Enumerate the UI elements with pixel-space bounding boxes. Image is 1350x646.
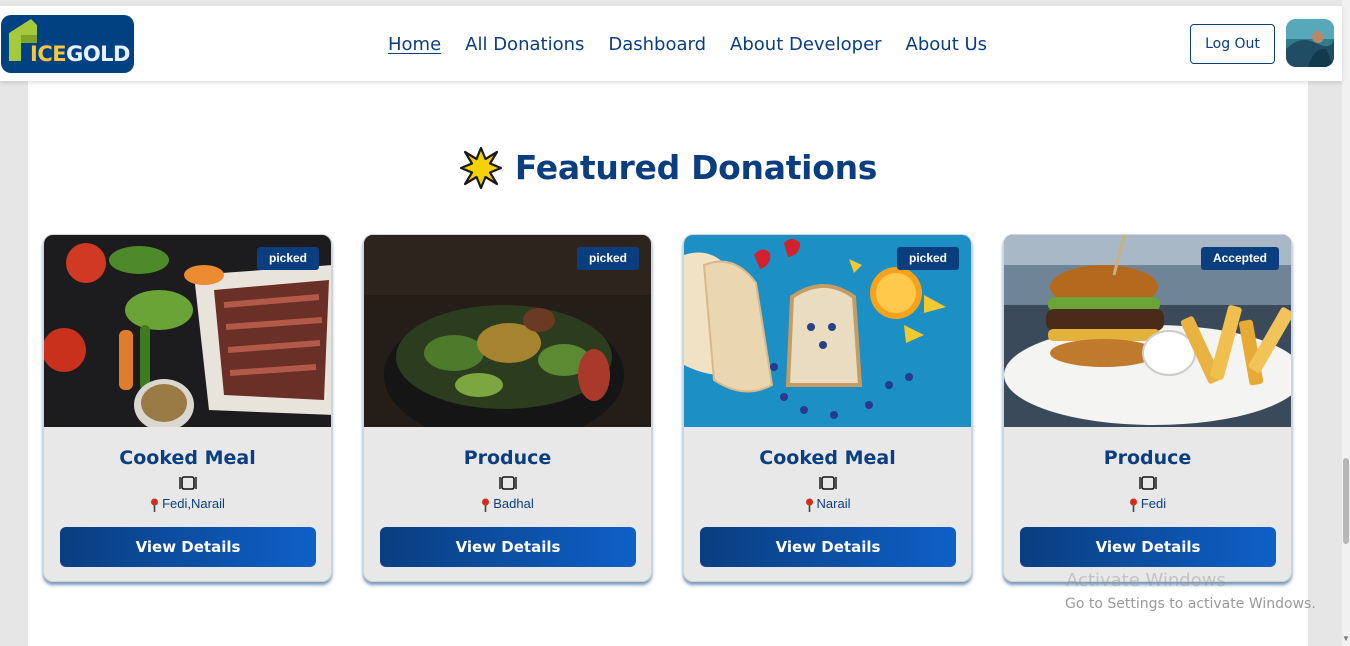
logo-text: ICEGOLD <box>30 42 130 66</box>
meal-plate-icon <box>684 475 971 493</box>
location-text: Fedi,Narail <box>162 496 225 511</box>
location-pin-icon <box>151 498 159 512</box>
location-pin-icon <box>805 498 813 512</box>
activation-watermark-title: Activate Windows <box>1066 570 1226 591</box>
scroll-down-arrow-icon[interactable]: ▼ <box>1342 634 1350 644</box>
status-badge: picked <box>896 247 959 270</box>
location-pin-icon <box>482 498 490 512</box>
card-title: Cooked Meal <box>119 447 256 469</box>
logout-button[interactable]: Log Out <box>1190 24 1275 64</box>
view-details-button[interactable]: View Details <box>700 527 956 567</box>
nav-link-all-donations[interactable]: All Donations <box>465 33 584 57</box>
activation-watermark-subtitle: Go to Settings to activate Windows. <box>1065 596 1316 612</box>
card-location: Badhal <box>364 495 651 513</box>
status-badge: Accepted <box>1200 247 1279 270</box>
location-text: Badhal <box>493 496 534 511</box>
nav-link-about-us[interactable]: About Us <box>906 33 988 57</box>
nav-link-dashboard[interactable]: Dashboard <box>608 33 706 57</box>
logo-gold-text: GOLD <box>66 42 130 66</box>
navbar: ICEGOLD Home All Donations Dashboard Abo… <box>0 5 1342 81</box>
donation-card: picked Cooked Meal Fedi,Narail View Deta… <box>43 234 332 582</box>
view-details-button[interactable]: View Details <box>60 527 316 567</box>
card-location: Fedi <box>1004 495 1291 513</box>
view-details-button[interactable]: View Details <box>1020 527 1276 567</box>
status-badge: picked <box>256 247 319 270</box>
featured-heading: Featured Donations <box>0 145 1336 195</box>
meal-plate-icon <box>44 475 331 493</box>
card-location: Fedi,Narail <box>44 495 331 513</box>
donation-card: Accepted Produce Fedi View Details <box>1003 234 1292 582</box>
scrollbar-thumb[interactable] <box>1343 458 1349 544</box>
meal-plate-icon <box>1004 475 1291 493</box>
meal-plate-icon <box>364 475 651 493</box>
main-nav: Home All Donations Dashboard About Devel… <box>388 33 987 57</box>
status-badge: picked <box>576 247 639 270</box>
card-location: Narail <box>684 495 971 513</box>
view-details-button[interactable]: View Details <box>380 527 636 567</box>
brand-logo[interactable]: ICEGOLD <box>1 15 134 73</box>
user-avatar[interactable] <box>1286 19 1334 67</box>
page-scrollbar[interactable]: ▼ <box>1342 0 1350 646</box>
card-title: Cooked Meal <box>759 447 896 469</box>
card-title: Produce <box>1103 447 1192 469</box>
location-pin-icon <box>1129 498 1137 512</box>
logo-ice-text: ICE <box>30 42 67 66</box>
section-title: Featured Donations <box>514 148 878 187</box>
location-text: Narail <box>816 496 851 511</box>
nav-link-home[interactable]: Home <box>388 33 441 57</box>
card-title: Produce <box>463 447 552 469</box>
donation-card: picked Produce Badhal View Details <box>363 234 652 582</box>
donation-card: picked Cooked Meal Narail View Details <box>683 234 972 582</box>
location-text: Fedi <box>1140 496 1167 511</box>
featured-star-icon <box>459 146 502 190</box>
nav-link-about-developer[interactable]: About Developer <box>730 33 882 57</box>
